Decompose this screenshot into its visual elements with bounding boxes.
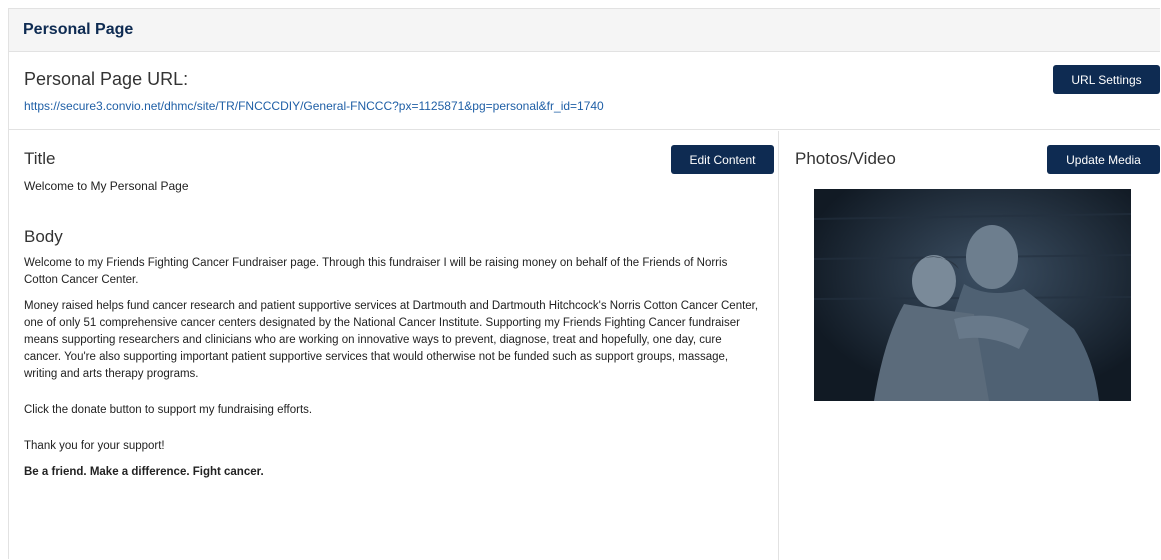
body-label: Body <box>24 227 63 246</box>
body-paragraph: Welcome to my Friends Fighting Cancer Fu… <box>24 257 728 286</box>
personal-page-url-link[interactable]: https://secure3.convio.net/dhmc/site/TR/… <box>24 99 604 113</box>
url-section: Personal Page URL: https://secure3.convi… <box>9 52 1160 130</box>
update-media-button[interactable]: Update Media <box>1047 145 1160 174</box>
personal-photo <box>814 189 1131 401</box>
content-column: Title Edit Content Welcome to My Persona… <box>9 131 779 560</box>
page-title-value: Welcome to My Personal Page <box>24 179 189 193</box>
media-column: Photos/Video Update Media <box>780 131 1161 560</box>
url-label: Personal Page URL: <box>24 69 189 89</box>
photos-video-label: Photos/Video <box>795 149 896 168</box>
title-label: Title <box>24 149 56 168</box>
panel-title: Personal Page <box>23 21 134 38</box>
photo-image-icon <box>814 189 1131 401</box>
body-tagline: Be a friend. Make a difference. Fight ca… <box>24 466 264 478</box>
panel-header: Personal Page <box>9 9 1160 52</box>
body-paragraph: Thank you for your support! <box>24 440 165 452</box>
body-paragraph: Click the donate button to support my fu… <box>24 404 313 416</box>
body-text: Welcome to my Friends Fighting Cancer Fu… <box>24 255 759 490</box>
body-paragraph: Money raised helps fund cancer research … <box>24 300 759 380</box>
personal-page-panel: Personal Page Personal Page URL: https:/… <box>8 8 1161 560</box>
edit-content-button[interactable]: Edit Content <box>671 145 774 174</box>
url-settings-button[interactable]: URL Settings <box>1053 65 1160 94</box>
